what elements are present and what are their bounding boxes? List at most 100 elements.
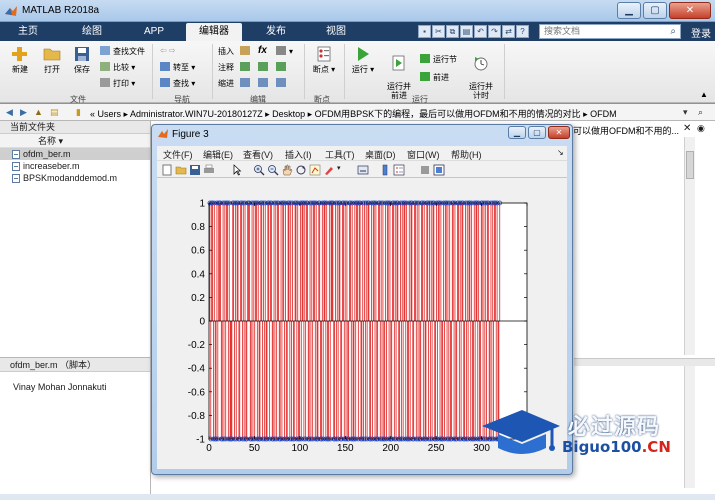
quick-redo-icon[interactable]: ↷ bbox=[488, 25, 501, 38]
help-icon[interactable]: ? bbox=[516, 25, 529, 38]
run-button[interactable]: 运行 ▾ bbox=[350, 46, 376, 75]
collapse-ribbon-icon[interactable]: ▲ bbox=[700, 90, 708, 99]
maximize-button[interactable]: ▢ bbox=[643, 2, 667, 19]
colorbar-icon[interactable] bbox=[379, 164, 391, 176]
increase-indent-icon[interactable] bbox=[258, 78, 271, 88]
hide-plot-tools-icon[interactable] bbox=[419, 164, 431, 176]
scroll-thumb[interactable] bbox=[686, 151, 694, 179]
tab-home[interactable]: 主页 bbox=[8, 23, 48, 41]
run-time-icon bbox=[474, 57, 488, 71]
brush-dropdown-icon[interactable]: ▾ bbox=[337, 164, 349, 176]
open-file-icon[interactable] bbox=[175, 164, 187, 176]
compare-icon bbox=[100, 62, 110, 71]
comment-remove-icon[interactable] bbox=[258, 62, 271, 72]
ribbon-divider bbox=[152, 44, 153, 99]
quick-save-icon[interactable]: ▪ bbox=[418, 25, 431, 38]
minimize-button[interactable]: ▁ bbox=[617, 2, 641, 19]
editor-actions-icon[interactable]: ◉ bbox=[697, 123, 705, 134]
tab-view[interactable]: 视图 bbox=[316, 23, 356, 41]
new-figure-icon[interactable] bbox=[161, 164, 173, 176]
fx-button[interactable]: fx bbox=[258, 45, 267, 56]
tab-apps[interactable]: APP bbox=[134, 23, 174, 41]
back-forward-button[interactable]: ⇦ ⇨ bbox=[160, 46, 176, 55]
insert-button[interactable]: 插入 bbox=[218, 46, 234, 57]
tab-publish[interactable]: 发布 bbox=[256, 23, 296, 41]
goto-button[interactable]: 转至 ▾ bbox=[160, 62, 195, 73]
find-button[interactable]: 查找 ▾ bbox=[160, 78, 195, 89]
insert-more-icon[interactable]: ▾ bbox=[276, 46, 293, 56]
figure-minimize-button[interactable]: ▁ bbox=[508, 126, 526, 139]
editor-scrollbar[interactable] bbox=[684, 137, 695, 355]
decrease-indent-icon[interactable] bbox=[276, 78, 289, 88]
up-folder-icon[interactable]: ▲ bbox=[34, 107, 45, 118]
insert-label: 插入 bbox=[218, 47, 234, 56]
save-figure-icon[interactable] bbox=[189, 164, 201, 176]
tab-editor[interactable]: 编辑器 bbox=[186, 23, 242, 41]
editor-tab-close-icon[interactable]: ✕ bbox=[683, 123, 691, 134]
quick-switch-icon[interactable]: ⇄ bbox=[502, 25, 515, 38]
editor-tab-title[interactable]: 可以做用OFDM和不用的... bbox=[573, 124, 679, 137]
insert-section-icon[interactable] bbox=[240, 46, 253, 56]
goto-label: 转至 bbox=[173, 63, 189, 72]
rotate-3d-icon[interactable] bbox=[295, 164, 307, 176]
quick-paste-icon[interactable]: ▤ bbox=[460, 25, 473, 38]
file-item[interactable]: increaseber.m bbox=[0, 160, 150, 172]
indent-button[interactable]: 缩进 bbox=[218, 78, 234, 89]
comment-button[interactable]: 注释 bbox=[218, 62, 234, 73]
tab-plots[interactable]: 绘图 bbox=[72, 23, 112, 41]
brush-icon[interactable] bbox=[323, 164, 335, 176]
y-tick-label: -1 bbox=[196, 435, 205, 446]
path-dropdown-icon[interactable]: ▾ bbox=[683, 107, 694, 118]
print-figure-icon[interactable] bbox=[203, 164, 215, 176]
search-path-icon[interactable]: ⌕ bbox=[698, 107, 709, 118]
show-plot-tools-icon[interactable] bbox=[433, 164, 445, 176]
smart-indent-icon[interactable] bbox=[240, 78, 253, 88]
open-button[interactable]: 打开 bbox=[38, 46, 66, 75]
legend-icon[interactable] bbox=[393, 164, 405, 176]
find-files-button[interactable]: 查找文件 bbox=[100, 46, 145, 57]
advance-button[interactable]: 前进 bbox=[420, 72, 449, 83]
save-button[interactable]: 保存 bbox=[68, 46, 96, 75]
dock-icon[interactable]: ↘ bbox=[557, 148, 564, 157]
figure-maximize-button[interactable]: ▢ bbox=[528, 126, 546, 139]
file-item[interactable]: BPSKmodanddemod.m bbox=[0, 172, 150, 184]
new-button[interactable]: 新建 bbox=[6, 46, 34, 75]
quick-cut-icon[interactable]: ✂ bbox=[432, 25, 445, 38]
x-tick-label: 100 bbox=[292, 443, 309, 454]
m-file-icon bbox=[12, 174, 20, 183]
name-column-header[interactable]: 名称 ▾ bbox=[0, 134, 150, 148]
root-folder-icon[interactable]: ▮ bbox=[76, 107, 87, 118]
quick-undo-icon[interactable]: ↶ bbox=[474, 25, 487, 38]
zoom-in-icon[interactable] bbox=[253, 164, 265, 176]
browse-folder-icon[interactable]: ▤ bbox=[50, 107, 61, 118]
figure-close-button[interactable]: ✕ bbox=[548, 126, 570, 139]
breakpoints-button[interactable]: 断点 ▾ bbox=[310, 46, 338, 75]
print-icon bbox=[100, 78, 110, 87]
x-tick-label: 50 bbox=[249, 443, 261, 454]
run-advance-button[interactable]: 运行并 前进 bbox=[384, 46, 414, 100]
run-section-button[interactable]: 运行节 bbox=[420, 54, 457, 65]
current-path[interactable]: « Users ▸ Administrator.WIN7U-20180127Z … bbox=[90, 107, 617, 120]
run-time-button[interactable]: 运行并 计时 bbox=[464, 46, 498, 100]
file-item[interactable]: ofdm_ber.m bbox=[0, 148, 150, 160]
folder-open-icon bbox=[43, 48, 61, 61]
advance-label: 前进 bbox=[433, 73, 449, 82]
find-files-label: 查找文件 bbox=[113, 47, 145, 56]
forward-icon[interactable]: ▶ bbox=[20, 107, 31, 118]
zoom-out-icon[interactable] bbox=[267, 164, 279, 176]
comment-label: 注释 bbox=[218, 63, 234, 72]
back-icon[interactable]: ◀ bbox=[6, 107, 17, 118]
compare-button[interactable]: 比较 ▾ bbox=[100, 62, 135, 73]
search-input[interactable]: 搜索文档 ⌕ bbox=[539, 24, 681, 39]
data-cursor-icon[interactable] bbox=[309, 164, 321, 176]
y-tick-label: 0.2 bbox=[191, 293, 205, 304]
comment-wrap-icon[interactable] bbox=[276, 62, 289, 72]
comment-add-icon[interactable] bbox=[240, 62, 253, 72]
quick-copy-icon[interactable]: ⧉ bbox=[446, 25, 459, 38]
print-button[interactable]: 打印 ▾ bbox=[100, 78, 135, 89]
select-pointer-icon[interactable] bbox=[231, 164, 243, 176]
close-button[interactable]: ✕ bbox=[669, 2, 711, 19]
link-plot-icon[interactable] bbox=[357, 164, 369, 176]
login-link[interactable]: 登录 bbox=[691, 25, 711, 40]
pan-hand-icon[interactable] bbox=[281, 164, 293, 176]
